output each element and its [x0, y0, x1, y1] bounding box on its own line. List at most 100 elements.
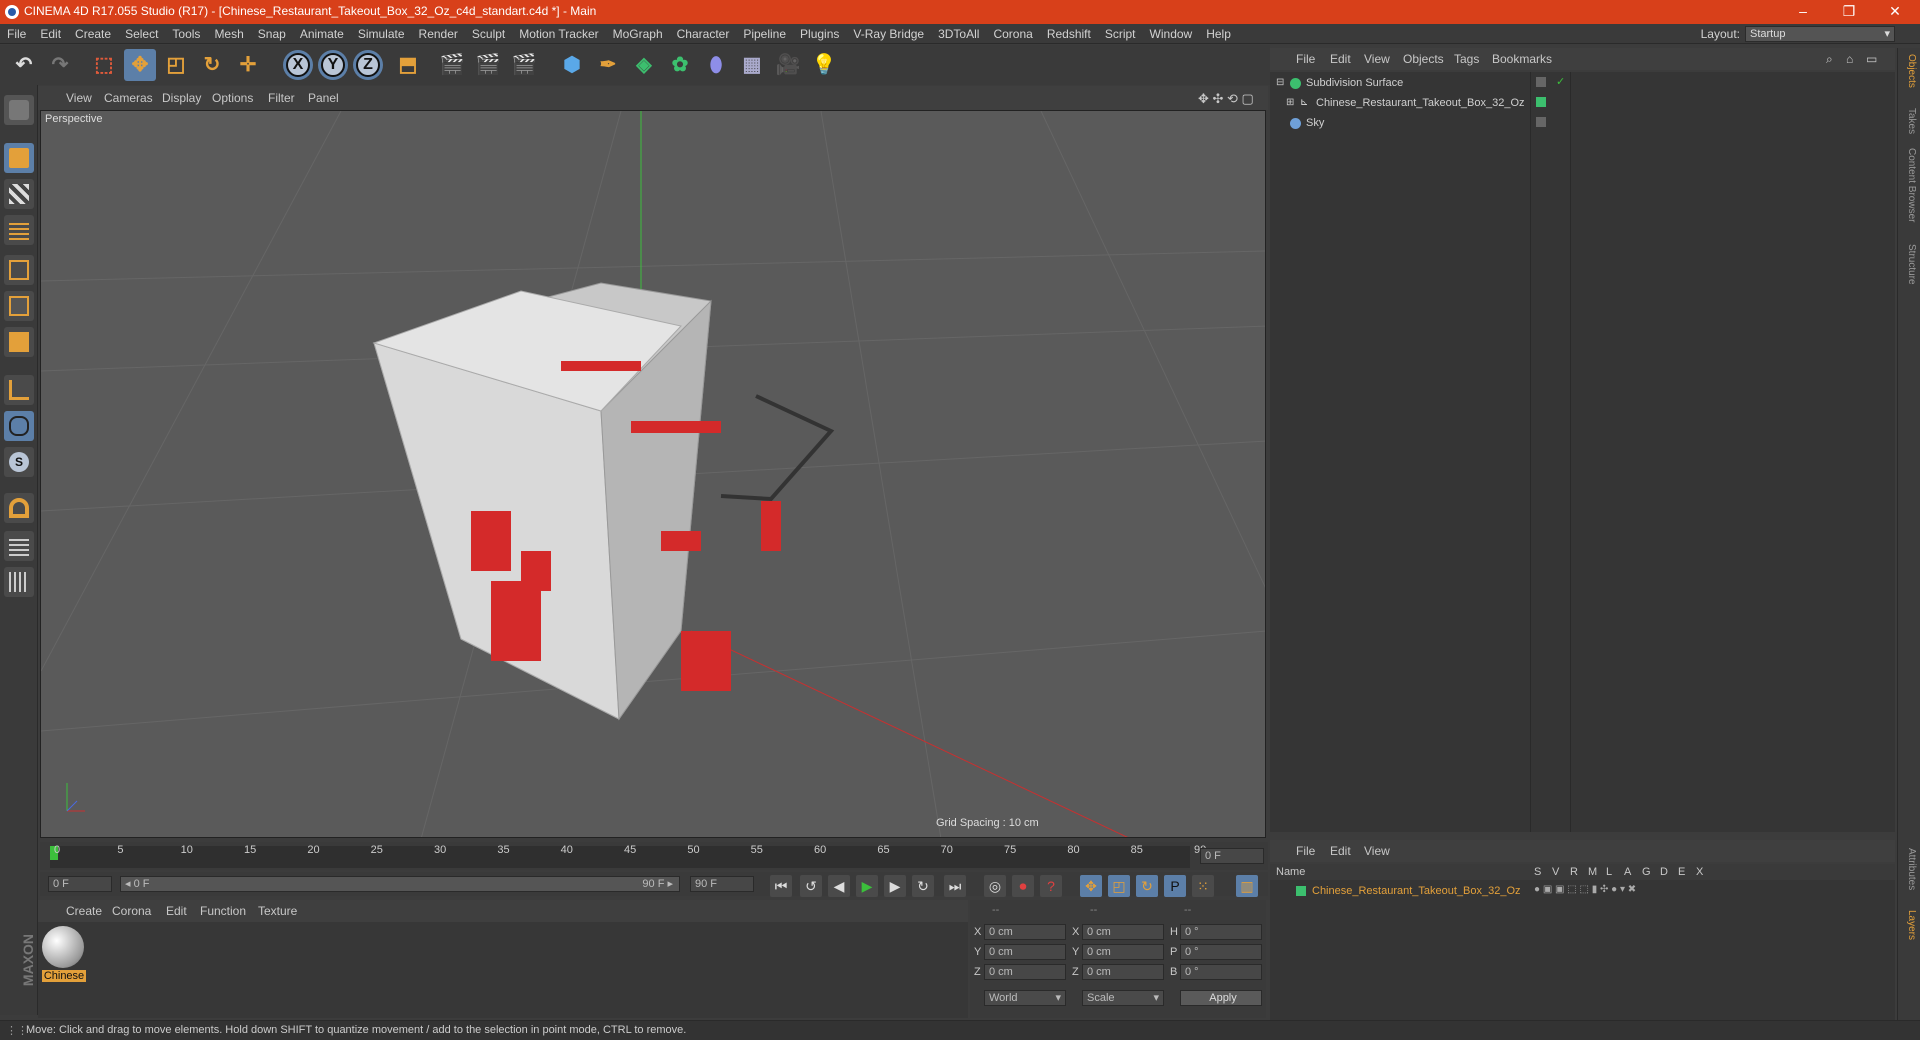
tab-takes[interactable]: Takes — [1901, 108, 1917, 134]
coord-rot-p-field[interactable]: 0 ° — [1180, 944, 1262, 960]
apply-button[interactable]: Apply — [1180, 990, 1262, 1006]
layers-menu-edit[interactable]: Edit — [1330, 844, 1351, 858]
menu-window[interactable]: Window — [1143, 24, 1200, 44]
key-rotation-button[interactable]: ↻ — [1136, 875, 1158, 897]
object-name-takeout-box[interactable]: Chinese_Restaurant_Takeout_Box_32_Oz — [1316, 97, 1525, 109]
timeline-ruler[interactable]: 051015202530354045505560657075808590 0 F — [40, 842, 1268, 870]
render-view-button[interactable]: 🎬 — [436, 49, 468, 81]
tweak-mode-button[interactable] — [4, 411, 34, 441]
menu-vray-bridge[interactable]: V-Ray Bridge — [846, 24, 931, 44]
key-scale-button[interactable]: ◰ — [1108, 875, 1130, 897]
add-light-button[interactable]: 💡 — [808, 49, 840, 81]
menu-plugins[interactable]: Plugins — [793, 24, 846, 44]
undo-button[interactable]: ↶ — [8, 49, 40, 81]
move-tool-button[interactable]: ✥ — [124, 49, 156, 81]
coordinate-mode-dropdown[interactable]: World ▾ — [984, 990, 1066, 1006]
autokeying-button[interactable]: ⏺ — [1012, 875, 1034, 897]
viewport-menu-options[interactable]: Options — [212, 91, 253, 105]
tab-structure[interactable]: Structure — [1901, 244, 1917, 285]
material-menu-edit[interactable]: Edit — [166, 904, 187, 918]
add-deformer-button[interactable]: ⬮ — [700, 49, 732, 81]
make-editable-button[interactable] — [4, 95, 34, 125]
viewport-navigation-icons[interactable]: ✥ ✣ ⟲ ▢ — [1198, 91, 1254, 107]
previous-frame-button[interactable]: ◀ — [828, 875, 850, 897]
go-to-end-button[interactable]: ⏭ — [944, 875, 966, 897]
menu-sculpt[interactable]: Sculpt — [465, 24, 512, 44]
keyframe-selection-button[interactable]: ? — [1040, 875, 1062, 897]
search-icon[interactable]: ⌕ — [1826, 52, 1833, 67]
polygons-mode-button[interactable] — [4, 327, 34, 357]
menu-script[interactable]: Script — [1098, 24, 1143, 44]
home-icon[interactable]: ⌂ — [1846, 52, 1853, 66]
layout-dropdown[interactable]: Startup ▾ — [1745, 26, 1895, 42]
go-to-start-button[interactable]: ⏮ — [770, 875, 792, 897]
minimize-button[interactable]: – — [1780, 0, 1826, 24]
x-axis-lock-button[interactable]: X — [283, 50, 313, 80]
layer-name[interactable]: Chinese_Restaurant_Takeout_Box_32_Oz — [1312, 885, 1521, 897]
previous-key-button[interactable]: ↺ — [800, 875, 822, 897]
expand-icon[interactable]: ⊞ — [1286, 97, 1294, 108]
coord-rot-b-field[interactable]: 0 ° — [1180, 964, 1262, 980]
coord-size-z-field[interactable]: 0 cm — [1082, 964, 1164, 980]
add-camera-button[interactable]: 🎥 — [772, 49, 804, 81]
object-name-sky[interactable]: Sky — [1306, 117, 1324, 129]
enabled-check-icon[interactable]: ✓ — [1556, 75, 1565, 88]
perspective-viewport[interactable]: Perspective Grid Spacing : 10 cm — [40, 110, 1266, 838]
objects-menu-view[interactable]: View — [1364, 52, 1390, 66]
tab-attributes[interactable]: Attributes — [1901, 848, 1917, 890]
objects-menu-edit[interactable]: Edit — [1330, 52, 1351, 66]
viewport-menu-filter[interactable]: Filter — [268, 91, 295, 105]
tab-layers[interactable]: Layers — [1901, 910, 1917, 940]
key-parameter-button[interactable]: P — [1164, 875, 1186, 897]
play-button[interactable]: ▶ — [856, 875, 878, 897]
menu-animate[interactable]: Animate — [293, 24, 351, 44]
key-position-button[interactable]: ✥ — [1080, 875, 1102, 897]
next-frame-button[interactable]: ▶ — [884, 875, 906, 897]
workplane-mode-button[interactable] — [4, 215, 34, 245]
coord-size-x-field[interactable]: 0 cm — [1082, 924, 1164, 940]
edges-mode-button[interactable] — [4, 291, 34, 321]
z-axis-lock-button[interactable]: Z — [353, 50, 383, 80]
window-icon[interactable]: ▭ — [1866, 52, 1877, 66]
layers-menu-file[interactable]: File — [1296, 844, 1315, 858]
viewport-menu-panel[interactable]: Panel — [308, 91, 339, 105]
coord-pos-y-field[interactable]: 0 cm — [984, 944, 1066, 960]
menu-render[interactable]: Render — [412, 24, 465, 44]
rotate-tool-button[interactable]: ↻ — [196, 49, 228, 81]
coordinate-system-button[interactable]: ⬒ — [392, 49, 424, 81]
menu-character[interactable]: Character — [670, 24, 737, 44]
object-row-sky[interactable]: Sky — [1270, 114, 1895, 134]
menu-create[interactable]: Create — [68, 24, 118, 44]
add-spline-button[interactable]: ✒ — [592, 49, 624, 81]
key-pla-button[interactable]: ⁙ — [1192, 875, 1214, 897]
objects-menu-file[interactable]: File — [1296, 52, 1315, 66]
recent-tool-button[interactable]: ✛ — [232, 49, 264, 81]
snap-button[interactable] — [4, 493, 34, 523]
menu-tools[interactable]: Tools — [165, 24, 207, 44]
layer-tag-icon[interactable] — [1536, 117, 1546, 127]
render-settings-button[interactable]: 🎬 — [508, 49, 540, 81]
objects-menu-bookmarks[interactable]: Bookmarks — [1492, 52, 1552, 66]
menu-mesh[interactable]: Mesh — [207, 24, 250, 44]
add-array-button[interactable]: ✿ — [664, 49, 696, 81]
live-selection-button[interactable]: ⬚ — [88, 49, 120, 81]
collapse-icon[interactable]: ⊟ — [1276, 77, 1284, 88]
viewport-menu-display[interactable]: Display — [162, 91, 201, 105]
menu-select[interactable]: Select — [118, 24, 165, 44]
menu-3dtoall[interactable]: 3DToAll — [931, 24, 986, 44]
planar-workplane-button[interactable] — [4, 567, 34, 597]
layer-color-swatch[interactable] — [1296, 886, 1306, 896]
object-row-subdivision[interactable]: ⊟ Subdivision Surface ✓ — [1270, 74, 1895, 94]
material-chinese-preview[interactable] — [42, 926, 84, 968]
end-frame-field[interactable]: 90 F — [690, 876, 754, 892]
redo-button[interactable]: ↷ — [44, 49, 76, 81]
add-subdivision-button[interactable]: ◈ — [628, 49, 660, 81]
material-menu-function[interactable]: Function — [200, 904, 246, 918]
material-chinese-label[interactable]: Chinese — [42, 970, 86, 982]
menu-edit[interactable]: Edit — [33, 24, 68, 44]
start-frame-field[interactable]: 0 F — [48, 876, 112, 892]
object-name-subdivision[interactable]: Subdivision Surface — [1306, 77, 1403, 89]
material-tag-icon[interactable] — [1536, 97, 1546, 107]
objects-menu-tags[interactable]: Tags — [1454, 52, 1479, 66]
locked-workplane-button[interactable] — [4, 531, 34, 561]
